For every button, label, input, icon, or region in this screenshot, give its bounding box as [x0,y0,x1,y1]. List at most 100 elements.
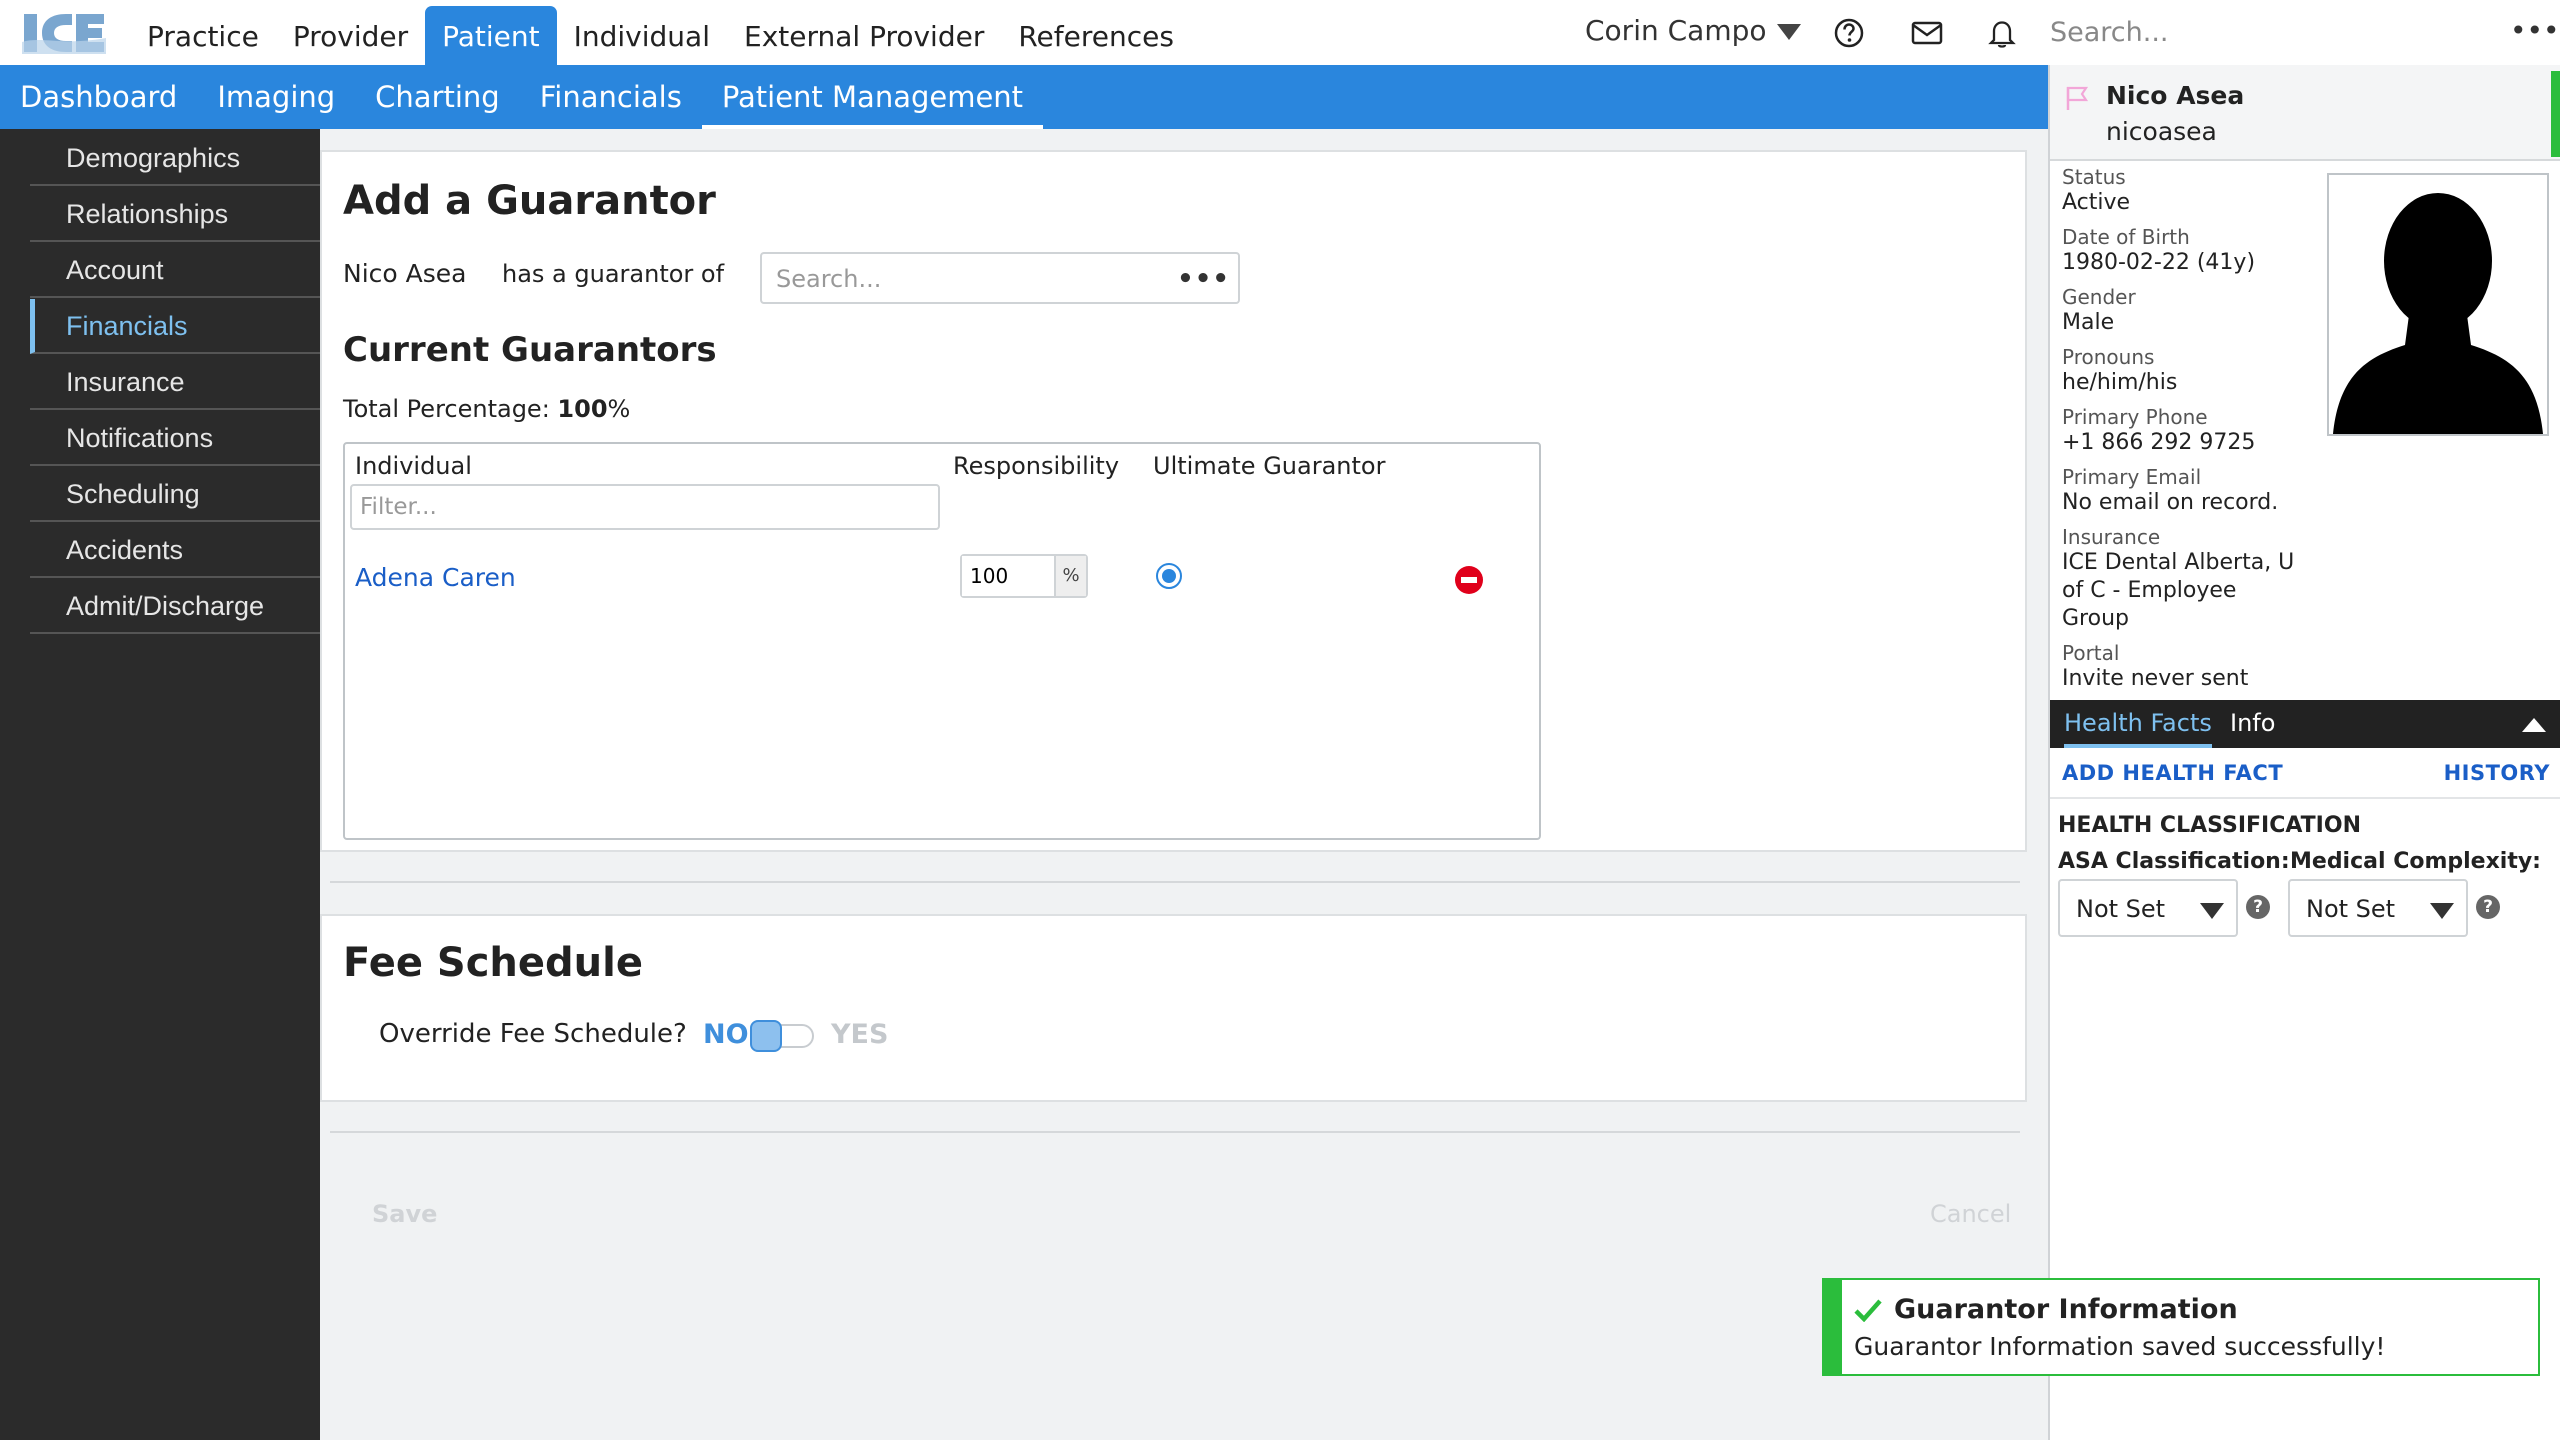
check-icon [1854,1299,1882,1322]
avatar-silhouette-icon [2329,175,2547,434]
sidebar-item-admit-discharge[interactable]: Admit/Discharge [30,579,320,634]
toast-accent [1824,1280,1842,1374]
user-menu[interactable]: Corin Campo [1585,14,1801,47]
global-search-input[interactable] [2040,12,2500,52]
sidebar-item-account[interactable]: Account [30,243,320,298]
sidebar-item-scheduling[interactable]: Scheduling [30,467,320,522]
column-header-individual: Individual [355,452,472,480]
history-link[interactable]: HISTORY [2444,761,2550,785]
status-label: Status [2062,165,2126,189]
column-header-ultimate-guarantor: Ultimate Guarantor [1153,452,1386,480]
guarantor-search-input[interactable] [776,264,1176,294]
patient-panel: Nico Asea nicoasea Status Active Date of… [2048,65,2560,1440]
individual-filter-input[interactable] [350,484,940,530]
percent-unit: % [1054,556,1086,596]
total-percentage-value: 100 [557,395,608,423]
override-fee-schedule-label: Override Fee Schedule? [379,1019,687,1049]
medical-complexity-select[interactable]: Not Set [2288,879,2468,937]
total-percentage-label: Total Percentage: [343,395,550,423]
remove-guarantor-icon[interactable] [1455,566,1483,594]
subnav-imaging[interactable]: Imaging [197,65,355,129]
subnav-charting[interactable]: Charting [355,65,520,129]
asa-classification-select[interactable]: Not Set [2058,879,2238,937]
sidebar-item-demographics[interactable]: Demographics [30,131,320,186]
toggle-no-label: NO [703,1019,749,1050]
patient-name-label: Nico Asea [343,259,467,288]
medical-complexity-label: Medical Complexity: [2290,849,2541,874]
email-label: Primary Email [2062,465,2202,489]
topnav-patient[interactable]: Patient [425,6,557,65]
insurance-label: Insurance [2062,525,2161,549]
total-percentage: Total Percentage: 100% [343,395,630,423]
add-guarantor-title: Add a Guarantor [343,178,716,224]
collapse-icon[interactable] [2522,718,2546,732]
phone-value: +1 866 292 9725 [2062,430,2256,455]
more-options-icon[interactable]: ••• [1177,264,1230,294]
phone-label: Primary Phone [2062,405,2208,429]
bell-icon[interactable] [1985,16,2019,50]
guarantor-link[interactable]: Adena Caren [355,563,516,592]
main-content: Add a Guarantor Nico Asea has a guaranto… [320,129,2048,1440]
cancel-button[interactable]: Cancel [1930,1200,2011,1228]
section-divider [330,1131,2020,1133]
sidebar-item-insurance[interactable]: Insurance [30,355,320,410]
override-fee-schedule-toggle[interactable] [750,1020,814,1052]
add-health-fact-link[interactable]: ADD HEALTH FACT [2062,761,2283,785]
status-value: Active [2062,190,2131,215]
flag-icon[interactable] [2064,85,2090,111]
top-nav: Practice Provider Patient Individual Ext… [130,0,1191,65]
responsibility-field: % [960,554,1088,598]
dob-value: 1980-02-22 (41y) [2062,250,2256,275]
topnav-references[interactable]: References [1001,0,1191,65]
sidebar: Demographics Relationships Account Finan… [0,129,320,1440]
insurance-link-line-2[interactable]: of C - Employee [2062,578,2236,603]
toggle-knob [750,1020,782,1052]
help-icon[interactable]: ? [2246,895,2270,919]
ice-logo[interactable] [22,12,106,54]
help-icon[interactable]: ? [2476,895,2500,919]
guarantors-table: Individual Responsibility Ultimate Guara… [343,442,1541,840]
has-guarantor-label: has a guarantor of [502,260,725,288]
fee-schedule-card: Fee Schedule Override Fee Schedule? NO Y… [320,914,2027,1102]
health-divider [2050,797,2560,799]
subnav-dashboard[interactable]: Dashboard [0,65,197,129]
sidebar-item-financials[interactable]: Financials [30,299,320,354]
sidebar-item-relationships[interactable]: Relationships [30,187,320,242]
save-button[interactable]: Save [372,1200,437,1228]
subnav-patient-management[interactable]: Patient Management [701,65,1044,129]
more-menu-icon[interactable]: ••• [2510,14,2560,47]
sidebar-item-accidents[interactable]: Accidents [30,523,320,578]
patient-name: Nico Asea [2106,81,2245,110]
email-value: No email on record. [2062,490,2279,515]
topnav-external-provider[interactable]: External Provider [727,0,1001,65]
guarantor-search: ••• [760,252,1240,304]
tab-health-facts[interactable]: Health Facts [2064,700,2212,748]
topnav-provider[interactable]: Provider [276,0,425,65]
subnav-financials[interactable]: Financials [520,65,702,129]
health-tabs: Health Facts Info [2050,700,2560,748]
pronouns-value: he/him/his [2062,370,2178,395]
success-toast[interactable]: Guarantor Information Guarantor Informat… [1822,1278,2540,1376]
top-bar: Practice Provider Patient Individual Ext… [0,0,2560,65]
insurance-link-line-1[interactable]: ICE Dental Alberta, U [2062,550,2294,575]
insurance-link-line-3[interactable]: Group [2062,606,2129,631]
topnav-individual[interactable]: Individual [557,0,727,65]
current-guarantors-title: Current Guarantors [343,330,717,370]
user-name: Corin Campo [1585,14,1767,47]
topnav-practice[interactable]: Practice [130,0,276,65]
ultimate-guarantor-radio[interactable] [1156,563,1182,589]
toggle-yes-label: YES [831,1019,889,1050]
chevron-down-icon [1776,24,1801,40]
sidebar-item-notifications[interactable]: Notifications [30,411,320,466]
section-divider [330,881,2020,883]
help-icon[interactable] [1832,16,1866,50]
tab-info[interactable]: Info [2230,700,2275,748]
asa-classification-label: ASA Classification: [2058,849,2290,874]
responsibility-input[interactable] [962,556,1054,596]
portal-value: Invite never sent [2062,666,2249,691]
pronouns-label: Pronouns [2062,345,2155,369]
status-indicator [2551,71,2560,157]
health-classification-title: HEALTH CLASSIFICATION [2058,813,2361,838]
complexity-selected-value: Not Set [2306,895,2396,923]
mail-icon[interactable] [1910,16,1944,50]
